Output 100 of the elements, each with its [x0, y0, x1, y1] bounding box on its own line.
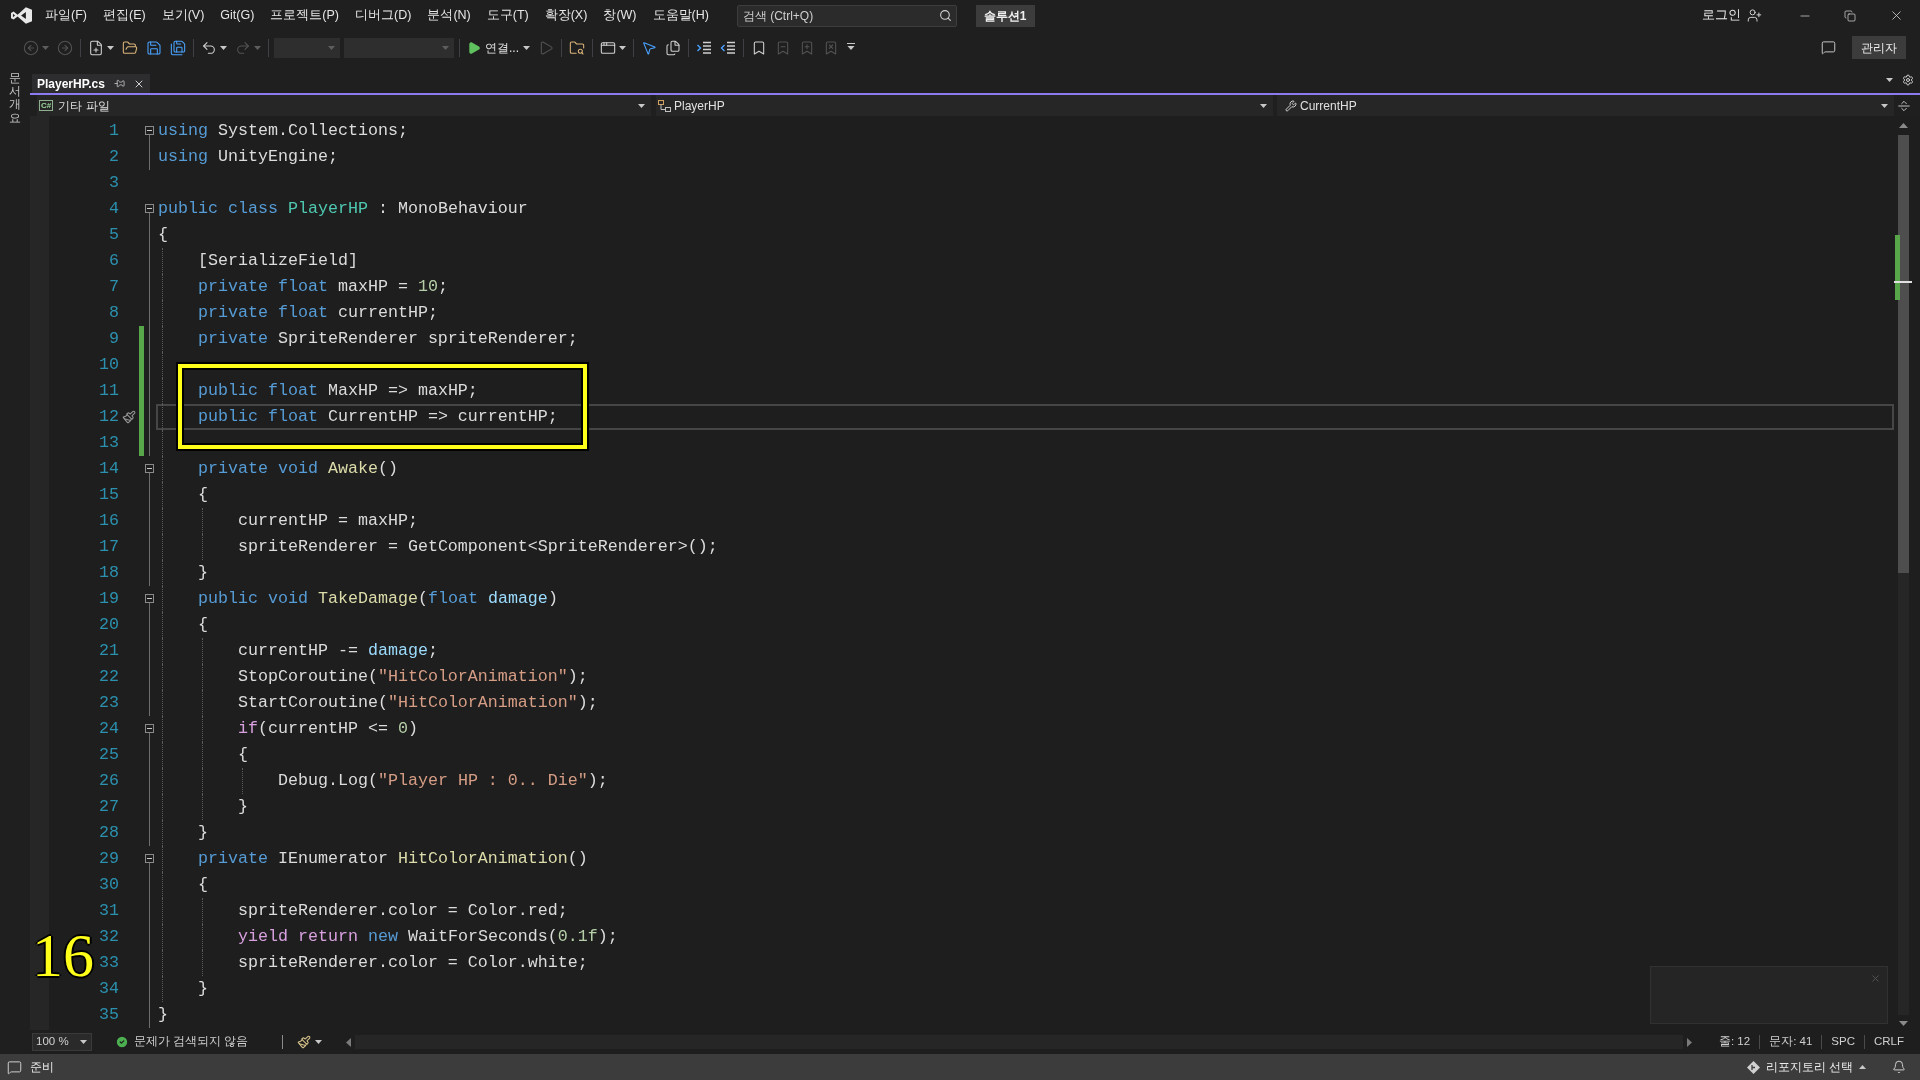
settings-icon[interactable] [1902, 74, 1914, 86]
code-line: if(currentHP <= 0) [237, 718, 418, 740]
line-number: 28 [99, 822, 119, 844]
menu-item[interactable]: 보기(V) [153, 4, 213, 27]
message-icon [7, 1059, 22, 1075]
scroll-up-icon[interactable] [1898, 123, 1908, 128]
collapse-icon[interactable] [145, 724, 154, 733]
collapse-icon[interactable] [145, 854, 154, 863]
search-icon [938, 8, 952, 22]
search-field[interactable]: 검색 (Ctrl+Q) [736, 4, 957, 27]
whitespace-indicator[interactable]: SPC [1831, 1033, 1855, 1051]
ribbon-logo-icon[interactable] [11, 7, 32, 24]
paintbrush-icon[interactable] [121, 410, 136, 424]
line-number: 20 [99, 614, 119, 636]
code-line: private IEnumerator HitColorAnimation() [198, 848, 588, 870]
collapse-icon[interactable] [145, 204, 154, 213]
issues-status: 문제가 검색되지 않음 [134, 1034, 249, 1050]
column-indicator[interactable]: 문자: 41 [1769, 1033, 1813, 1051]
code-line: } [198, 562, 208, 584]
arrow-right-circle-icon [57, 39, 73, 56]
line-number: 10 [99, 354, 119, 376]
close-icon[interactable] [1889, 8, 1904, 23]
step-number: 16 [32, 924, 94, 986]
scroll-down-icon[interactable] [1898, 1021, 1908, 1026]
line-number: 6 [109, 250, 119, 272]
code-line: public class PlayerHP : MonoBehaviour [158, 198, 528, 220]
lines-arrow-right-icon [696, 40, 712, 55]
chat-bubble-icon[interactable] [1821, 40, 1836, 55]
menu-item[interactable]: 분석(N) [419, 4, 479, 27]
wrench-icon [1285, 99, 1297, 112]
collapse-icon[interactable] [145, 594, 154, 603]
menu-item[interactable]: Git(G) [212, 4, 263, 27]
member-dropdown[interactable]: CurrentHP [1277, 95, 1894, 116]
menu-item[interactable]: 창(W) [595, 4, 645, 27]
bookmark-x-icon [823, 39, 839, 56]
code-line: private SpriteRenderer spriteRenderer; [198, 328, 578, 350]
check-circle-icon [115, 1035, 129, 1049]
lines-arrow-left-icon [720, 40, 736, 55]
sign-in-button[interactable]: 로그인 [1702, 4, 1741, 27]
restore-icon[interactable] [1844, 9, 1856, 22]
pin-icon[interactable] [113, 78, 125, 89]
line-number: 26 [99, 770, 119, 792]
line-number: 33 [99, 952, 119, 974]
collapse-icon[interactable] [145, 464, 154, 473]
menu-item[interactable]: 디버그(D) [347, 4, 420, 27]
code-line: } [198, 822, 208, 844]
collapse-icon[interactable] [145, 126, 154, 135]
menu-item[interactable]: 프로젝트(P) [262, 4, 347, 27]
folder-open-icon [122, 39, 138, 56]
play-outline-icon [538, 39, 554, 56]
scrollbar-track[interactable] [1897, 135, 1909, 1015]
menu-item[interactable]: 도움말(H) [644, 4, 717, 27]
code-line: yield return new WaitForSeconds(0.1f); [237, 926, 618, 948]
code-line: public float CurrentHP => currentHP; [198, 406, 558, 428]
scroll-left-icon[interactable] [346, 1037, 352, 1047]
overflow-caret-icon [847, 42, 855, 50]
undo-icon [201, 39, 217, 56]
play-icon [467, 40, 481, 55]
start-button[interactable]: 연결... [465, 36, 532, 59]
code-line: private void Awake() [198, 458, 398, 480]
caret-icon [80, 1040, 87, 1044]
scrollbar-thumb[interactable] [1897, 135, 1909, 573]
line-number: 22 [99, 666, 119, 688]
scroll-right-icon[interactable] [1686, 1037, 1692, 1047]
code-cleanup-button[interactable] [297, 1035, 323, 1049]
type-dropdown[interactable]: PlayerHP [656, 95, 1273, 116]
menu-item[interactable]: 파일(F) [37, 4, 95, 27]
zoom-dropdown[interactable]: 100 % [32, 1033, 92, 1051]
line-number: 29 [99, 848, 119, 870]
split-arrows-icon[interactable] [1897, 98, 1911, 113]
line-number: 34 [99, 978, 119, 1000]
line-ending-indicator[interactable]: CRLF [1873, 1033, 1904, 1051]
bell-icon[interactable] [1892, 1060, 1906, 1074]
arrow-left-circle-icon [23, 39, 39, 56]
line-number: 31 [99, 900, 119, 922]
code-line: StartCoroutine("HitColorAnimation"); [237, 692, 598, 714]
language-badge: C# [39, 100, 54, 111]
menu-item[interactable]: 확장(X) [536, 4, 596, 27]
user-plus-icon[interactable] [1747, 8, 1762, 23]
line-number: 27 [99, 796, 119, 818]
project-dropdown[interactable]: C# 기타 파일 [37, 95, 651, 116]
line-number: 23 [99, 692, 119, 714]
folder-search-icon [569, 39, 585, 56]
menu-item[interactable]: 편집(E) [94, 4, 154, 27]
line-number: 17 [99, 536, 119, 558]
menu-item[interactable]: 도구(T) [478, 4, 537, 27]
line-indicator[interactable]: 줄: 12 [1718, 1033, 1751, 1051]
code-line: } [237, 796, 248, 818]
repository-button[interactable]: 리포지토리 선택 [1746, 1058, 1866, 1076]
line-number: 1 [109, 120, 119, 142]
line-number: 5 [109, 224, 119, 246]
line-number: 35 [99, 1004, 119, 1026]
code-line: { [158, 224, 168, 246]
line-number: 3 [109, 172, 119, 194]
code-line: } [158, 1004, 168, 1026]
caret-icon[interactable] [1886, 78, 1893, 82]
code-line: public float MaxHP => maxHP; [198, 380, 478, 402]
side-tab[interactable]: 문서 개요 [9, 72, 21, 125]
diamond-branch-icon [1746, 1060, 1760, 1074]
editor-tab[interactable]: PlayerHP.cs [32, 74, 150, 93]
